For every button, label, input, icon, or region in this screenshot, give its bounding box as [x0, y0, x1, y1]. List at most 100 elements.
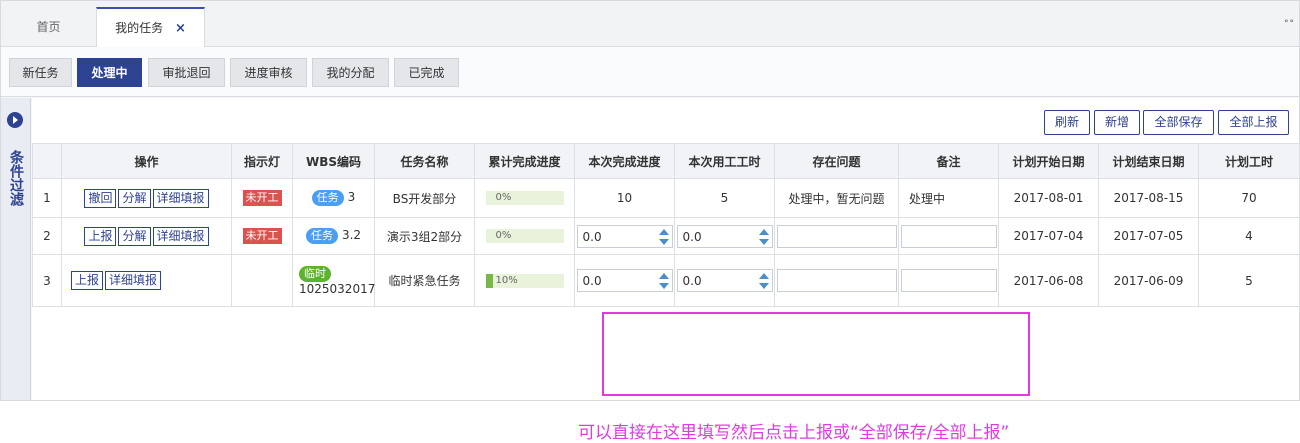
wbs-code: 3 [347, 190, 356, 204]
tab-my-tasks[interactable]: 我的任务 × [96, 7, 205, 47]
refresh-button[interactable]: 刷新 [1044, 110, 1090, 135]
col-header-task-name: 任务名称 [374, 143, 475, 179]
annotation-highlight-box [602, 312, 1030, 396]
row-start-date: 2017-08-01 [998, 178, 1099, 218]
wbs-tag: 任务 [305, 228, 338, 244]
tab-home[interactable]: 首页 [1, 7, 96, 47]
row-issue [774, 254, 899, 307]
row-indicator: 未开工 [231, 217, 293, 255]
progress-bar: 0% [485, 191, 564, 205]
subtab-progress-review[interactable]: 进度审核 [230, 58, 307, 87]
filter-sidebar: 条件过滤 [1, 98, 31, 400]
detail-fill-button[interactable]: 详细填报 [105, 271, 162, 290]
spin-up-icon[interactable] [658, 273, 669, 279]
report-button[interactable]: 上报 [84, 226, 117, 246]
this-hours-value: 0.0 [682, 229, 702, 244]
page-tab-bar: 首页 我的任务 × °° [1, 1, 1299, 47]
more-icon[interactable]: °° [1284, 19, 1295, 29]
table-row: 3 上报 详细填报 临时 1025032017 临时紧急任务 10% 0.0 0… [32, 254, 1300, 307]
report-all-button[interactable]: 全部上报 [1218, 110, 1289, 135]
issue-input[interactable] [776, 269, 897, 292]
row-end-date: 2017-07-05 [1098, 217, 1199, 255]
row-index: 3 [32, 254, 62, 307]
this-progress-value: 0.0 [582, 274, 602, 288]
report-button[interactable]: 上报 [71, 271, 104, 290]
col-header-issues: 存在问题 [774, 143, 899, 179]
spin-down-icon[interactable] [658, 238, 669, 245]
row-wbs: 任务 3 [292, 178, 375, 218]
detail-fill-button[interactable]: 详细填报 [152, 188, 209, 208]
decompose-button[interactable]: 分解 [118, 188, 151, 208]
status-subtabs: 新任务 处理中 审批退回 进度审核 我的分配 已完成 [1, 47, 1299, 97]
subtab-completed[interactable]: 已完成 [394, 58, 459, 87]
subtab-new[interactable]: 新任务 [9, 58, 72, 87]
this-hours-input[interactable]: 0.0 [676, 269, 773, 292]
spin-up-icon[interactable] [758, 273, 769, 279]
spinner[interactable] [757, 227, 771, 247]
spin-down-icon[interactable] [758, 238, 769, 245]
this-progress-input[interactable]: 0.0 [576, 224, 673, 248]
row-remark [898, 217, 999, 255]
row-planned-hours: 4 [1198, 217, 1300, 255]
this-progress-value: 0.0 [582, 229, 602, 244]
col-header-planned-hours: 计划工时 [1198, 143, 1300, 179]
this-progress-input[interactable]: 0.0 [576, 269, 673, 292]
spin-down-icon[interactable] [758, 283, 769, 289]
row-start-date: 2017-06-08 [998, 254, 1099, 307]
col-header-indicator: 指示灯 [231, 143, 293, 179]
row-cumulative-progress: 0% [474, 178, 575, 218]
row-planned-hours: 70 [1198, 178, 1300, 218]
row-this-progress: 0.0 [574, 217, 675, 255]
subtab-processing[interactable]: 处理中 [77, 58, 142, 87]
detail-fill-button[interactable]: 详细填报 [152, 226, 209, 246]
spin-up-icon[interactable] [758, 228, 769, 235]
row-index: 2 [32, 217, 62, 255]
add-button[interactable]: 新增 [1094, 110, 1140, 135]
save-all-button[interactable]: 全部保存 [1143, 110, 1214, 135]
col-header-this-progress: 本次完成进度 [574, 143, 675, 179]
col-header-start-date: 计划开始日期 [998, 143, 1099, 179]
app-frame: 首页 我的任务 × °° 新任务 处理中 审批退回 进度审核 我的分配 已完成 … [0, 0, 1300, 443]
row-actions: 上报 分解 详细填报 [61, 217, 232, 255]
col-header-end-date: 计划结束日期 [1098, 143, 1199, 179]
expand-filter-icon[interactable] [7, 112, 23, 128]
filter-label[interactable]: 条件过滤 [8, 150, 24, 206]
row-issue [774, 217, 899, 255]
row-this-hours: 0.0 [674, 254, 775, 307]
decompose-button[interactable]: 分解 [118, 226, 151, 246]
subtab-my-assignments[interactable]: 我的分配 [312, 58, 389, 87]
withdraw-button[interactable]: 撤回 [84, 188, 117, 208]
row-indicator: 未开工 [231, 178, 293, 218]
close-icon[interactable]: × [175, 10, 186, 48]
spin-up-icon[interactable] [658, 228, 669, 235]
progress-bar: 0% [485, 229, 564, 243]
row-start-date: 2017-07-04 [998, 217, 1099, 255]
status-badge: 未开工 [242, 228, 282, 244]
this-hours-value: 0.0 [682, 274, 702, 288]
row-remark [898, 254, 999, 307]
issue-input[interactable] [776, 224, 897, 248]
col-header-remarks: 备注 [898, 143, 999, 179]
row-actions: 上报 详细填报 [61, 254, 232, 307]
table-row: 1 撤回 分解 详细填报 未开工 任务 3 BS开发部分 0% 10 5 处理中… [32, 178, 1300, 218]
subtab-rejected[interactable]: 审批退回 [148, 58, 225, 87]
row-issue: 处理中，暂无问题 [774, 178, 899, 218]
col-header-index [32, 143, 62, 179]
wbs-code: 3.2 [341, 228, 362, 242]
col-header-wbs: WBS编码 [292, 143, 375, 179]
row-planned-hours: 5 [1198, 254, 1300, 307]
row-this-progress: 0.0 [574, 254, 675, 307]
spinner[interactable] [657, 271, 671, 291]
spinner[interactable] [657, 227, 671, 247]
remark-input[interactable] [900, 269, 997, 292]
spinner[interactable] [757, 271, 771, 291]
this-hours-input[interactable]: 0.0 [676, 224, 773, 248]
row-this-hours: 5 [674, 178, 775, 218]
row-task-name: BS开发部分 [374, 178, 475, 218]
spin-down-icon[interactable] [658, 283, 669, 289]
row-index: 1 [32, 178, 62, 218]
row-actions: 撤回 分解 详细填报 [61, 178, 232, 218]
remark-input[interactable] [900, 224, 997, 248]
tab-my-tasks-label: 我的任务 [115, 21, 164, 35]
row-cumulative-progress: 0% [474, 217, 575, 255]
